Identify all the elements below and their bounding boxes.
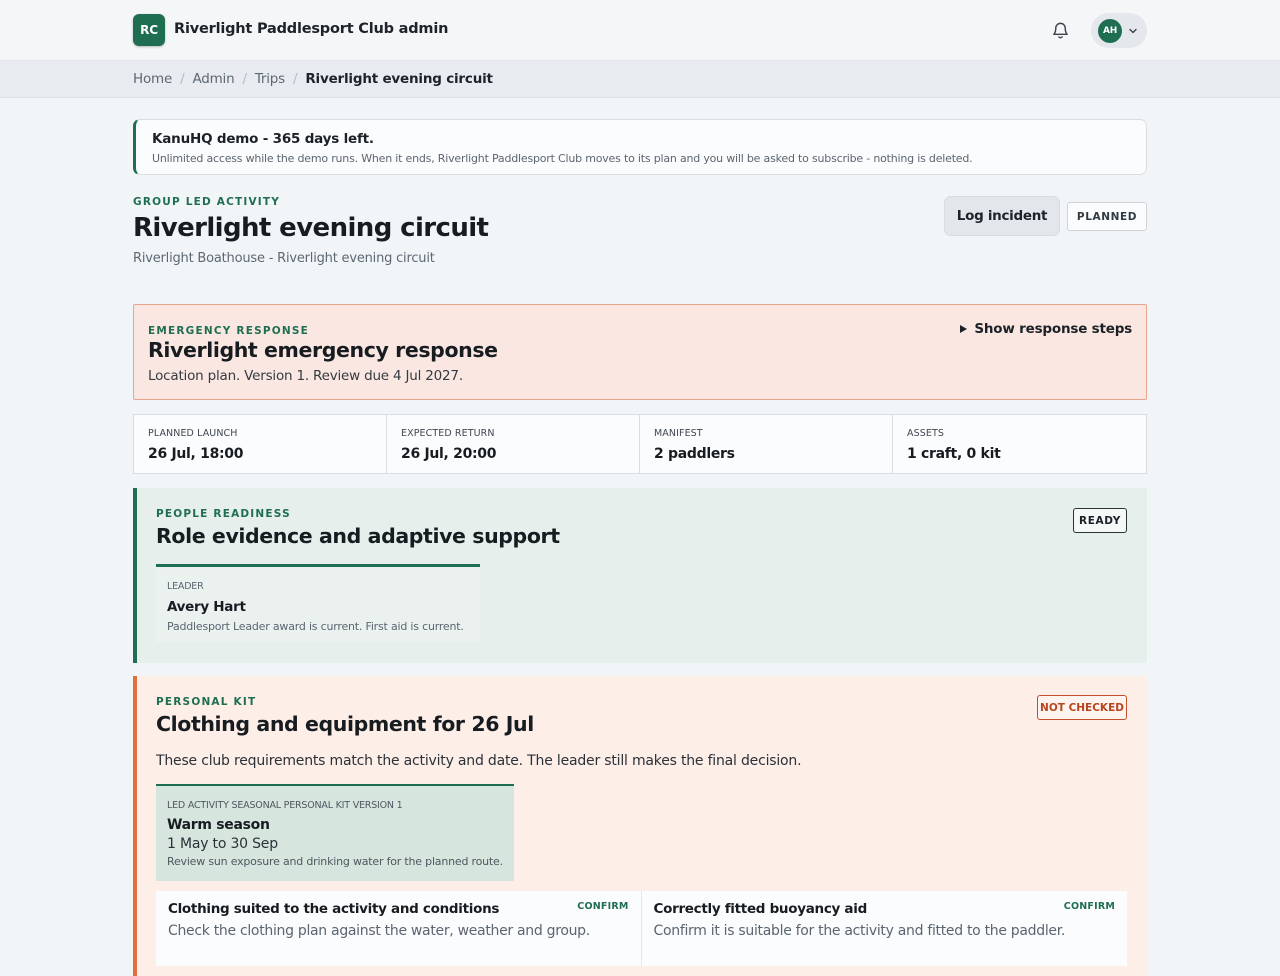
season-range: 1 May to 30 Sep xyxy=(167,836,278,852)
stat-label: PLANNED LAUNCH xyxy=(148,428,238,439)
people-readiness-section: PEOPLE READINESS Role evidence and adapt… xyxy=(133,488,1147,663)
activity-type-label: GROUP LED ACTIVITY xyxy=(133,196,281,208)
kit-item-title: Clothing suited to the activity and cond… xyxy=(168,901,500,917)
stat-value: 26 Jul, 18:00 xyxy=(148,446,244,462)
kit-eyebrow: PERSONAL KIT xyxy=(156,696,257,708)
avatar: AH xyxy=(1098,18,1122,43)
not-checked-badge: NOT CHECKED xyxy=(1037,695,1127,720)
breadcrumb-trips[interactable]: Trips xyxy=(255,71,285,87)
kit-item-text: Check the clothing plan against the wate… xyxy=(168,923,590,939)
stat-label: MANIFEST xyxy=(654,428,703,439)
stat-label: ASSETS xyxy=(907,428,944,439)
stat-planned-launch: PLANNED LAUNCH 26 Jul, 18:00 xyxy=(134,415,387,473)
breadcrumb-bar: Home / Admin / Trips / Riverlight evenin… xyxy=(0,61,1280,98)
kit-item-title: Correctly fitted buoyancy aid xyxy=(653,901,868,917)
emergency-eyebrow: EMERGENCY RESPONSE xyxy=(148,325,309,337)
banner-title: KanuHQ demo - 365 days left. xyxy=(152,131,374,147)
top-bar: RC Riverlight Paddlesport Club admin AH xyxy=(0,0,1280,61)
log-incident-button[interactable]: Log incident xyxy=(944,196,1060,236)
breadcrumb-current: Riverlight evening circuit xyxy=(305,71,493,87)
banner-text: Unlimited access while the demo runs. Wh… xyxy=(152,152,973,165)
breadcrumb: Home / Admin / Trips / Riverlight evenin… xyxy=(133,71,493,87)
stat-value: 1 craft, 0 kit xyxy=(907,446,1001,462)
user-menu-button[interactable]: AH xyxy=(1091,13,1147,48)
personal-kit-section: PERSONAL KIT Clothing and equipment for … xyxy=(133,676,1147,976)
leader-role-card: LEADER Avery Hart Paddlesport Leader awa… xyxy=(156,564,480,642)
stat-label: EXPECTED RETURN xyxy=(401,428,495,439)
breadcrumb-admin[interactable]: Admin xyxy=(192,71,234,87)
emergency-title: Riverlight emergency response xyxy=(148,338,498,362)
emergency-text: Location plan. Version 1. Review due 4 J… xyxy=(148,368,463,384)
role-label: LEADER xyxy=(167,581,204,592)
season-label: LED ACTIVITY SEASONAL PERSONAL KIT VERSI… xyxy=(167,800,403,811)
breadcrumb-separator: / xyxy=(180,71,185,87)
page-title: Riverlight evening circuit xyxy=(133,213,489,243)
kit-intro: These club requirements match the activi… xyxy=(156,753,802,769)
kit-item-text: Confirm it is suitable for the activity … xyxy=(653,923,1066,939)
emergency-response-panel: EMERGENCY RESPONSE Riverlight emergency … xyxy=(133,304,1147,400)
demo-banner: KanuHQ demo - 365 days left. Unlimited a… xyxy=(133,119,1147,175)
chevron-down-icon xyxy=(1129,28,1137,33)
status-badge: PLANNED xyxy=(1067,202,1147,231)
club-logo[interactable]: RC xyxy=(133,14,165,46)
stat-manifest: MANIFEST 2 paddlers xyxy=(640,415,893,473)
page-subtitle: Riverlight Boathouse - Riverlight evenin… xyxy=(133,251,435,266)
season-note: Review sun exposure and drinking water f… xyxy=(167,855,503,868)
breadcrumb-separator: / xyxy=(293,71,298,87)
stat-expected-return: EXPECTED RETURN 26 Jul, 20:00 xyxy=(387,415,640,473)
confirm-button[interactable]: CONFIRM xyxy=(1064,901,1115,912)
breadcrumb-home[interactable]: Home xyxy=(133,71,172,87)
people-eyebrow: PEOPLE READINESS xyxy=(156,508,291,520)
role-person-name: Avery Hart xyxy=(167,599,246,615)
people-title: Role evidence and adaptive support xyxy=(156,524,560,548)
stat-value: 2 paddlers xyxy=(654,446,735,462)
toggle-label: Show response steps xyxy=(974,321,1132,337)
season-card: LED ACTIVITY SEASONAL PERSONAL KIT VERSI… xyxy=(156,784,514,881)
app-title[interactable]: Riverlight Paddlesport Club admin xyxy=(174,21,448,37)
role-note: Paddlesport Leader award is current. Fir… xyxy=(167,620,464,633)
show-response-steps-toggle[interactable]: Show response steps xyxy=(960,321,1132,337)
bell-icon[interactable] xyxy=(1051,20,1070,40)
kit-title: Clothing and equipment for 26 Jul xyxy=(156,712,534,736)
kit-item: Correctly fitted buoyancy aid Confirm it… xyxy=(642,891,1128,966)
breadcrumb-separator: / xyxy=(242,71,247,87)
kit-item: Clothing suited to the activity and cond… xyxy=(156,891,642,966)
stat-value: 26 Jul, 20:00 xyxy=(401,446,497,462)
kit-checklist: Clothing suited to the activity and cond… xyxy=(156,891,1127,966)
caret-right-icon xyxy=(960,325,968,333)
season-name: Warm season xyxy=(167,817,270,833)
ready-badge: READY xyxy=(1073,508,1127,533)
confirm-button[interactable]: CONFIRM xyxy=(577,901,628,912)
trip-stats: PLANNED LAUNCH 26 Jul, 18:00 EXPECTED RE… xyxy=(133,414,1147,474)
stat-assets: ASSETS 1 craft, 0 kit xyxy=(893,415,1146,473)
